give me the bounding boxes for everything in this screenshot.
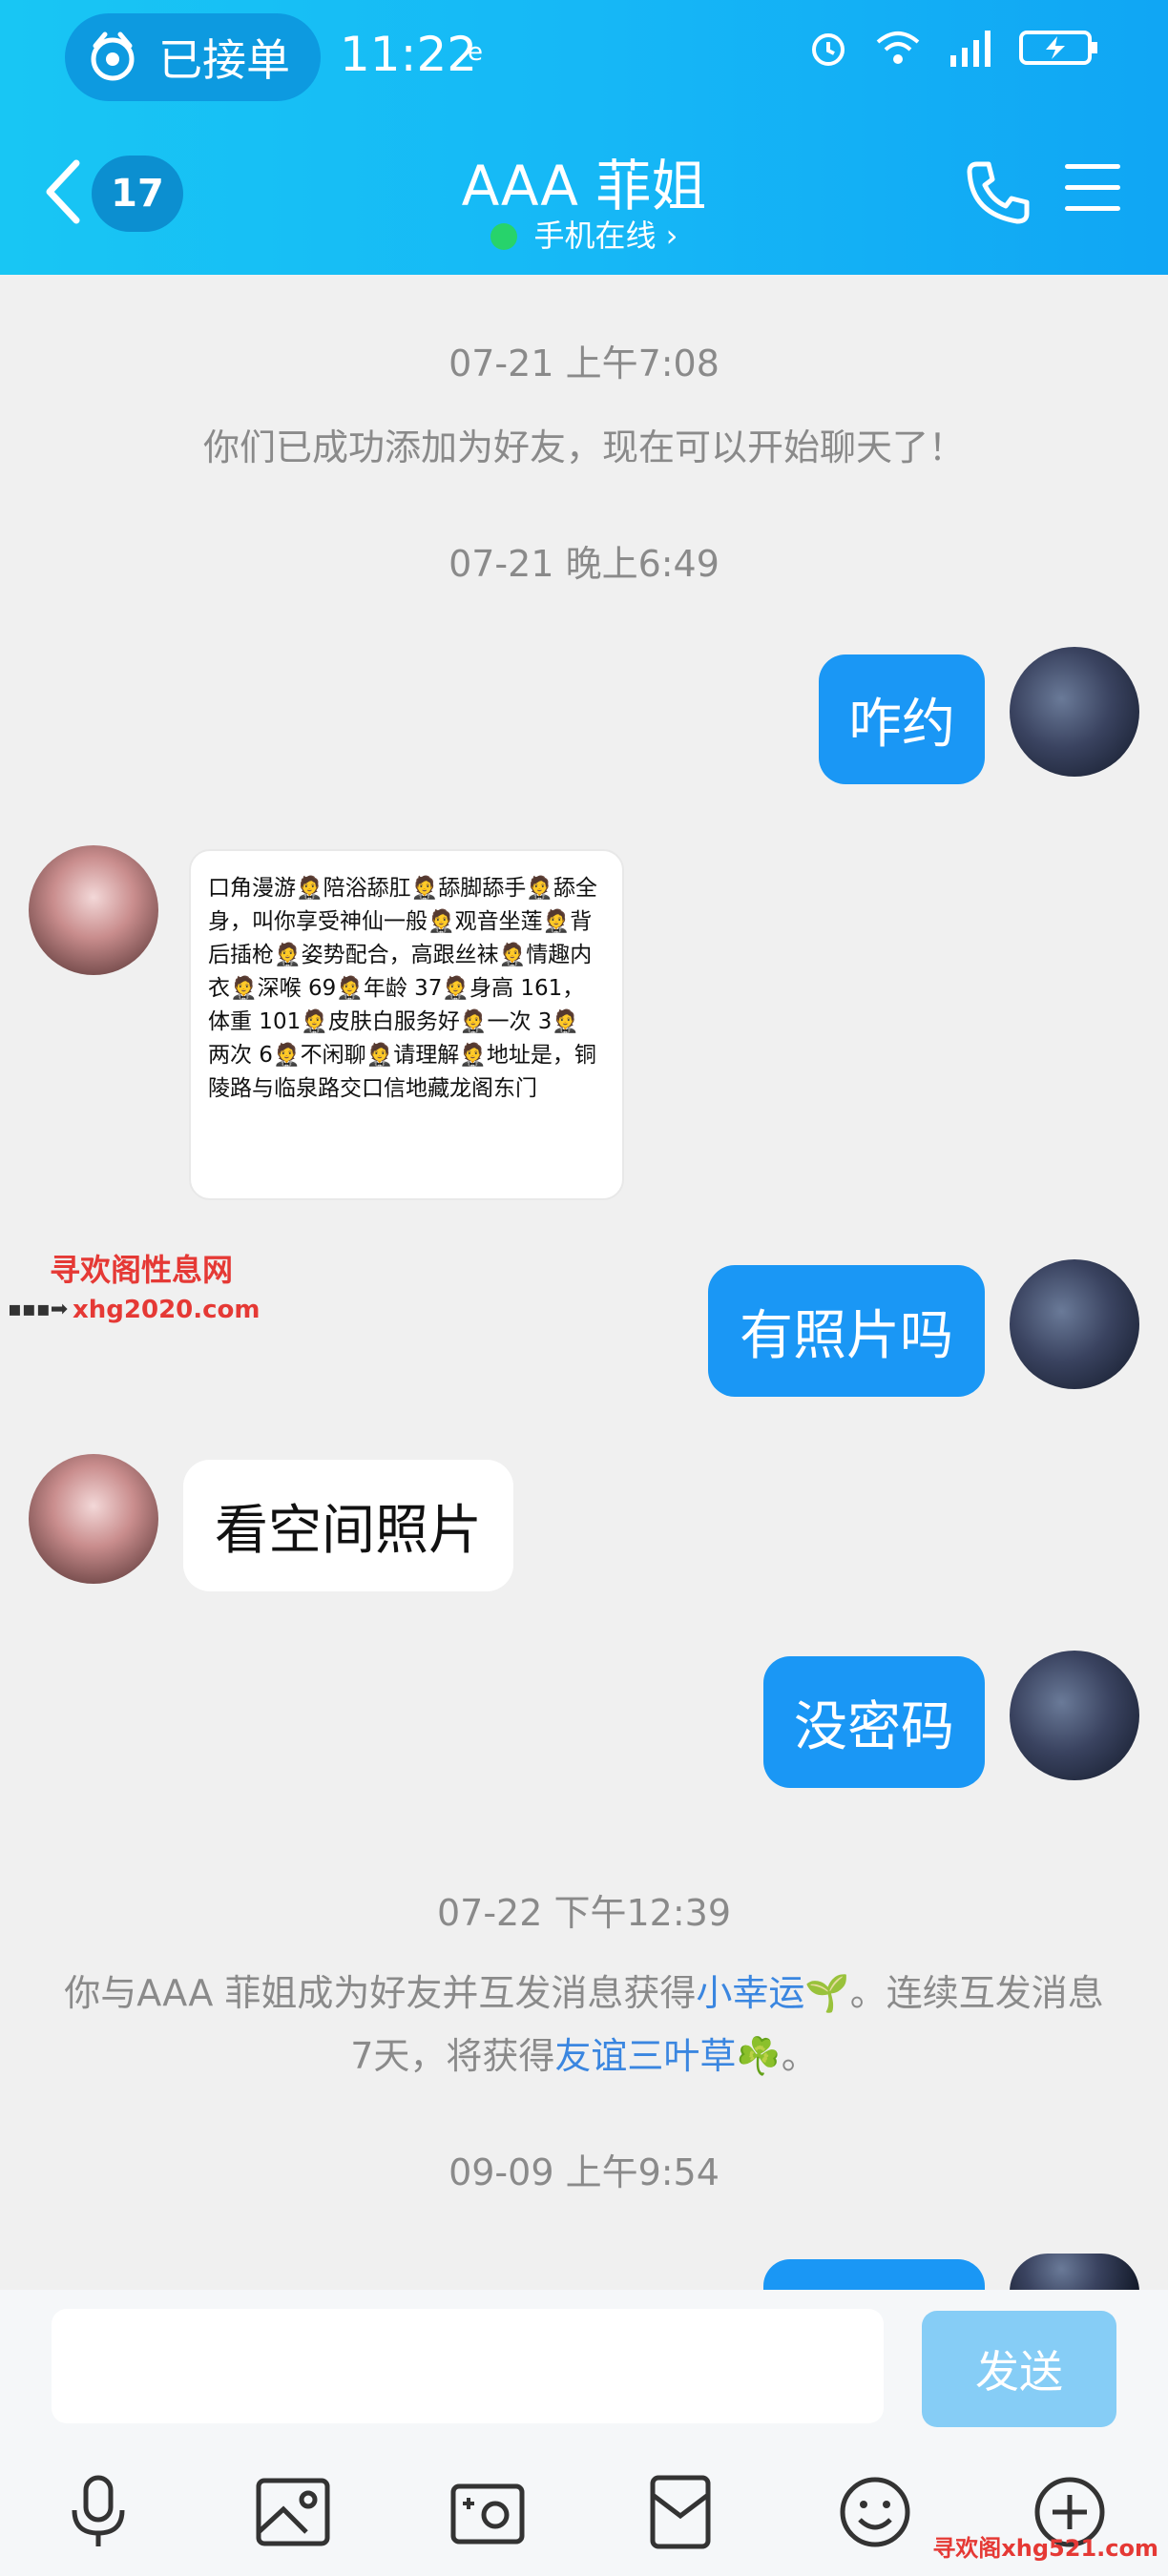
image-message-text: 口角漫游🤵陪浴舔肛🤵舔脚舔手🤵舔全身，叫你享受神仙一般🤵观音坐莲🤵背后插枪🤵姿势… <box>204 868 605 1189</box>
image-icon[interactable] <box>250 2469 336 2555</box>
send-button[interactable]: 发送 <box>922 2311 1116 2427</box>
order-status-pill[interactable]: 已接单 <box>65 13 321 101</box>
red-packet-icon[interactable] <box>637 2469 723 2555</box>
peer-avatar[interactable] <box>29 845 158 975</box>
signal-icon <box>950 31 991 67</box>
sys-text: 你与AAA 菲姐成为好友并互发消息获得 <box>64 1972 697 2014</box>
camera-icon[interactable] <box>445 2469 531 2555</box>
watermark-site-name: 寻欢阁性息网 <box>50 1252 234 1288</box>
online-dot-icon <box>490 223 517 250</box>
message-bubble-peer[interactable]: 看空间照片 <box>183 1460 513 1591</box>
presence-text: 手机在线 › <box>533 218 678 254</box>
clock-badge: e <box>468 38 483 67</box>
timestamp: 07-22 下午12:39 <box>436 1892 731 1934</box>
phone-call-icon[interactable] <box>964 158 1031 225</box>
sys-text: 。 <box>781 2035 818 2077</box>
alarm-icon <box>812 33 845 66</box>
image-message[interactable]: 口角漫游🤵陪浴舔肛🤵舔脚舔手🤵舔全身，叫你享受神仙一般🤵观音坐莲🤵背后插枪🤵姿势… <box>189 849 624 1200</box>
watermark-site-url: xhg2020.com <box>73 1296 261 1324</box>
clock: 11:22 <box>340 27 478 82</box>
message-input[interactable] <box>52 2309 884 2423</box>
timestamp: 09-09 上午9:54 <box>448 2151 720 2193</box>
watermark-arrow-icon: ▪▪▪➡ <box>8 1298 69 1321</box>
message-bubble-self[interactable]: 没密码 <box>763 1656 985 1788</box>
message-bubble-self[interactable]: 咋约 <box>819 654 985 784</box>
self-avatar[interactable] <box>1010 1259 1139 1389</box>
self-avatar[interactable] <box>1010 1651 1139 1780</box>
system-message: 你们已成功添加为好友，现在可以开始聊天了！ <box>202 426 965 468</box>
system-message-friendship: 你与AAA 菲姐成为好友并互发消息获得小幸运🌱。连续互发消息7天，将获得友谊三叶… <box>57 1962 1111 2088</box>
battery-icon <box>1019 31 1097 65</box>
clover-icon: ☘️ <box>736 2035 782 2077</box>
timestamp: 07-21 晚上6:49 <box>448 543 720 585</box>
menu-icon[interactable] <box>1065 164 1120 212</box>
sprout-icon: 🌱 <box>804 1972 850 2014</box>
clover-link[interactable]: 友谊三叶草 <box>554 2035 736 2077</box>
timestamp: 07-21 上午7:08 <box>448 343 720 384</box>
self-avatar[interactable] <box>1010 647 1139 777</box>
system-icons <box>807 27 1099 69</box>
app-logo-icon <box>91 31 135 81</box>
peer-avatar[interactable] <box>29 1454 158 1584</box>
watermark-corner: 寻欢阁xhg521.com <box>932 2535 1158 2562</box>
wifi-icon <box>876 31 920 64</box>
voice-icon[interactable] <box>55 2469 141 2555</box>
self-avatar[interactable] <box>1010 2254 1139 2292</box>
order-status-text: 已接单 <box>158 34 290 86</box>
emoji-icon[interactable] <box>832 2469 918 2555</box>
lucky-link[interactable]: 小幸运 <box>696 1972 804 2014</box>
message-bubble-self[interactable]: 有照片吗 <box>708 1265 985 1397</box>
chat-header: 已接单 11:22 e 17 AAA 菲姐 手机在线 › <box>0 0 1168 275</box>
